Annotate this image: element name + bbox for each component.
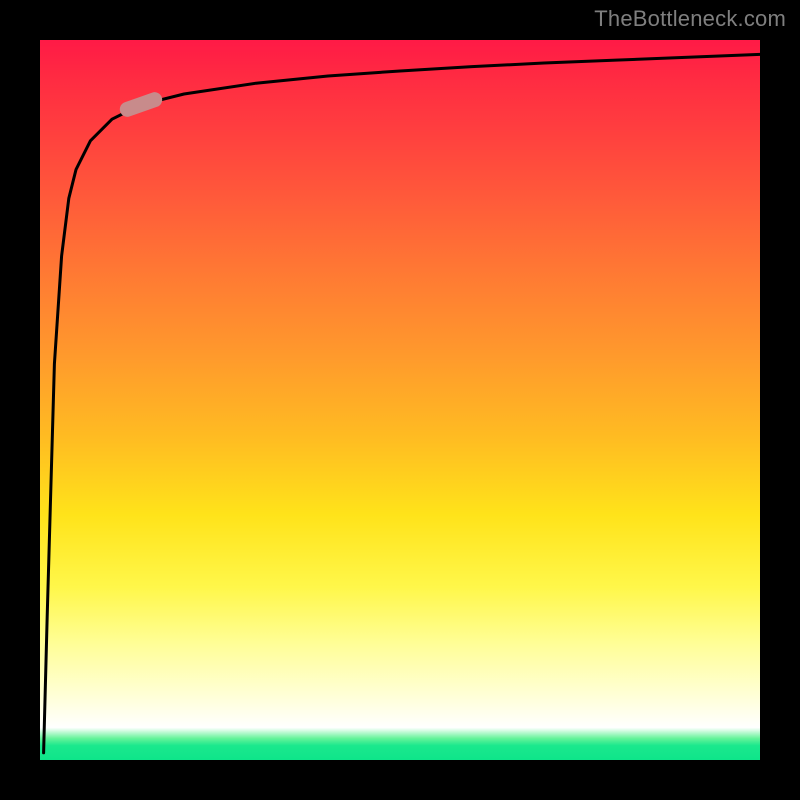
bottleneck-curve (40, 40, 760, 760)
source-credit: TheBottleneck.com (594, 6, 786, 32)
chart-frame: TheBottleneck.com (0, 0, 800, 800)
plot-area (40, 40, 760, 760)
